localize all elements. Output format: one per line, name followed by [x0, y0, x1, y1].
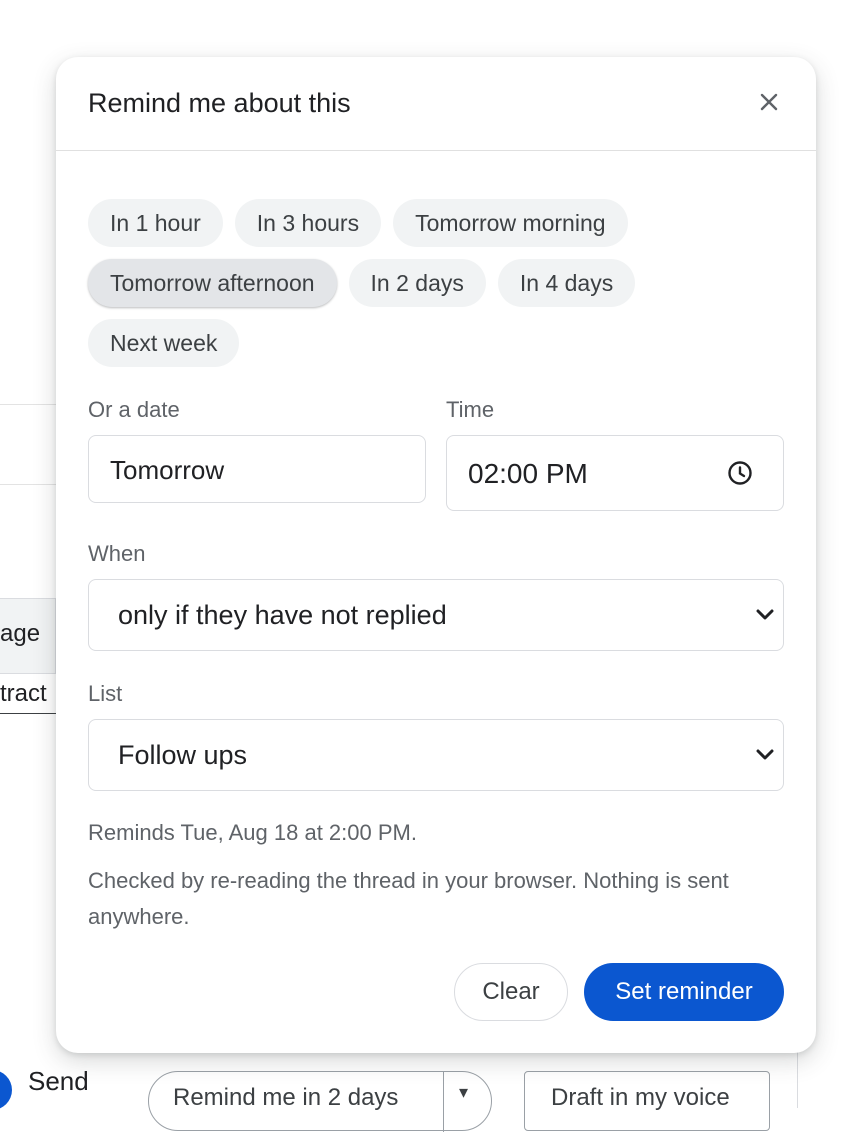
- chip-next-week[interactable]: Next week: [88, 319, 240, 367]
- background-row-text: tract: [0, 680, 47, 707]
- send-later-label[interactable]: Send: [28, 1066, 89, 1096]
- list-label: List: [88, 681, 123, 706]
- set-reminder-button[interactable]: Set reminder: [584, 963, 784, 1021]
- quick-options: In 1 hour In 3 hours Tomorrow morning To…: [88, 199, 788, 379]
- split-divider: [443, 1072, 444, 1132]
- close-icon[interactable]: [759, 92, 779, 112]
- reminder-dialog: Remind me about this In 1 hour In 3 hour…: [56, 57, 816, 1053]
- reminder-summary: Reminds Tue, Aug 18 at 2:00 PM.: [88, 820, 417, 845]
- caret-down-icon[interactable]: ▾: [459, 1082, 468, 1103]
- time-value: 02:00 PM: [468, 458, 588, 489]
- chip-in-4-days[interactable]: In 4 days: [497, 259, 636, 307]
- chevron-down-icon[interactable]: [755, 607, 775, 623]
- chevron-down-icon[interactable]: [755, 747, 775, 763]
- when-value: only if they have not replied: [118, 600, 447, 630]
- chip-in-2-days[interactable]: In 2 days: [348, 259, 486, 307]
- when-select[interactable]: only if they have not replied: [88, 579, 784, 651]
- chip-in-3-hours[interactable]: In 3 hours: [234, 199, 382, 247]
- background-divider: [0, 484, 60, 485]
- when-label: When: [88, 541, 146, 566]
- time-input[interactable]: 02:00 PM: [446, 435, 784, 511]
- remind-split-button[interactable]: Remind me in 2 days ▾: [148, 1071, 492, 1132]
- list-select[interactable]: Follow ups: [88, 719, 784, 791]
- chip-tomorrow-afternoon[interactable]: Tomorrow afternoon: [88, 259, 337, 307]
- chip-tomorrow-morning[interactable]: Tomorrow morning: [393, 199, 628, 247]
- dialog-header: Remind me about this: [56, 57, 816, 151]
- date-input[interactable]: Tomorrow: [88, 435, 426, 503]
- date-label: Or a date: [88, 397, 180, 422]
- clear-button[interactable]: Clear: [454, 963, 568, 1021]
- chip-in-1-hour[interactable]: In 1 hour: [88, 199, 223, 247]
- time-label: Time: [446, 397, 495, 422]
- dialog-title: Remind me about this: [88, 88, 351, 118]
- avatar: [0, 1070, 12, 1110]
- privacy-note: Checked by re-reading the thread in your…: [88, 868, 729, 929]
- draft-in-my-voice-button[interactable]: Draft in my voice: [524, 1071, 770, 1131]
- background-panel-text: age: [0, 620, 41, 647]
- clock-icon[interactable]: [727, 460, 753, 486]
- close-button[interactable]: [750, 83, 788, 121]
- list-value: Follow ups: [118, 740, 248, 770]
- date-value: Tomorrow: [110, 455, 225, 485]
- background-divider: [0, 404, 60, 405]
